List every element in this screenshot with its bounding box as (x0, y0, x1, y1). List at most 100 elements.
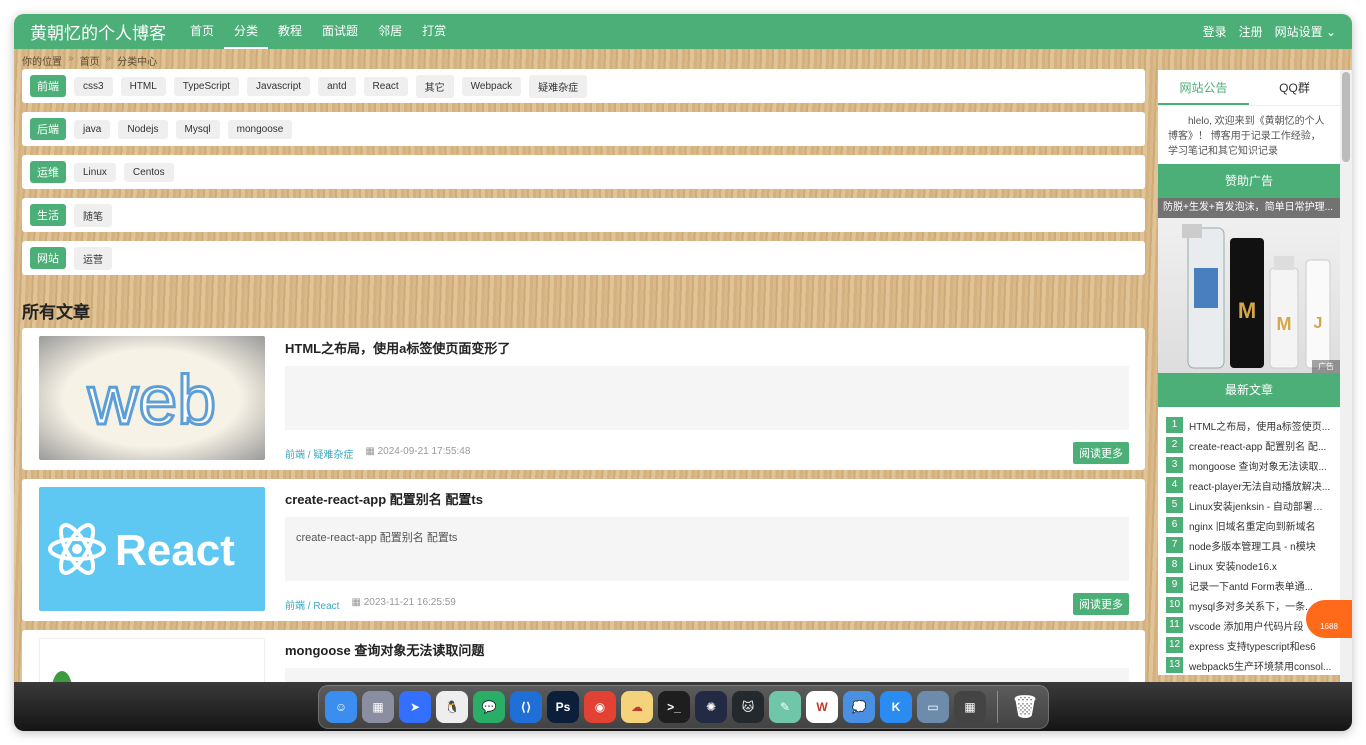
latest-article-title[interactable]: nginx 旧域名重定向到新域名 (1189, 518, 1316, 533)
category-tag[interactable]: 疑难杂症 (529, 74, 588, 98)
category-heading[interactable]: 后端 (30, 118, 66, 140)
login-link[interactable]: 登录 (1203, 23, 1227, 40)
article-meta: 前端 / React ▦ 2023-11-21 16:25:59 (285, 597, 456, 612)
svg-text:M: M (1238, 298, 1256, 323)
latest-article-title[interactable]: mongoose 查询对象无法读取... (1189, 458, 1327, 473)
category-heading[interactable]: 运维 (30, 161, 66, 183)
vscode-icon[interactable]: ⟨⟩ (510, 691, 542, 723)
latest-article-title[interactable]: Linux安装jenksin - 自动部署工具 (1189, 498, 1332, 513)
latest-article-item[interactable]: 12 express 支持typescript和es6 (1166, 635, 1332, 655)
category-tag[interactable]: 其它 (415, 74, 454, 98)
chatgpt-icon[interactable]: ✺ (695, 691, 727, 723)
category-heading[interactable]: 生活 (30, 204, 66, 226)
floating-1688-badge[interactable]: 1688 (1306, 600, 1352, 638)
scrollbar-thumb[interactable] (1342, 72, 1350, 162)
latest-article-title[interactable]: create-react-app 配置别名 配... (1189, 438, 1326, 453)
wechat-icon[interactable]: 💬 (473, 691, 505, 723)
dock-separator (997, 691, 998, 723)
article-thumbnail[interactable]: web (39, 336, 265, 460)
register-link[interactable]: 注册 (1239, 23, 1263, 40)
thumbnail-text: web (87, 361, 216, 439)
trash-icon[interactable]: 🗑 (1009, 691, 1041, 723)
calculator-icon[interactable]: ▦ (954, 691, 986, 723)
category-tag[interactable]: Nodejs (118, 119, 168, 139)
site-settings-menu[interactable]: 网站设置 ⌄ (1275, 23, 1336, 40)
nav-item-3[interactable]: 面试题 (312, 14, 368, 49)
feishu-icon[interactable]: ➤ (399, 691, 431, 723)
category-heading[interactable]: 网站 (30, 247, 66, 269)
category-tag[interactable]: Mysql (175, 119, 220, 139)
article-title[interactable]: create-react-app 配置别名 配置ts (285, 489, 483, 508)
ad-banner[interactable]: M M J 防脱+生发+育发泡沫，简单日常护理... 广告 (1158, 198, 1340, 373)
latest-article-item[interactable]: 9 记录一下antd Form表单通... (1166, 575, 1332, 595)
latest-article-title[interactable]: HTML之布局，使用a标签使页... (1189, 418, 1330, 433)
article-title[interactable]: HTML之布局，使用a标签使页面变形了 (285, 338, 510, 357)
category-tag[interactable]: java (74, 119, 111, 139)
latest-article-title[interactable]: Linux 安装node16.x (1189, 558, 1277, 573)
latest-article-item[interactable]: 4 react-player无法自动播放解决... (1166, 475, 1332, 495)
baidunetdisk-icon[interactable]: ☁ (621, 691, 653, 723)
messenger-icon[interactable]: 💭 (843, 691, 875, 723)
nav-item-2[interactable]: 教程 (268, 14, 312, 49)
latest-article-title[interactable]: express 支持typescript和es6 (1189, 638, 1316, 653)
sponsor-box: 赞助广告 M M J 防脱+生发+育发泡沫，简单日常护理... 广告 (1158, 164, 1340, 373)
finder-icon[interactable]: ☺ (325, 691, 357, 723)
nav-item-0[interactable]: 首页 (180, 14, 224, 49)
category-tag[interactable]: 运营 (74, 246, 112, 270)
category-tag[interactable]: Javascript (247, 76, 311, 96)
latest-article-title[interactable]: mysql多对多关系下，一条... (1189, 598, 1313, 613)
kugou-icon[interactable]: K (880, 691, 912, 723)
sponsor-header: 赞助广告 (1158, 164, 1340, 198)
latest-article-item[interactable]: 8 Linux 安装node16.x (1166, 555, 1332, 575)
category-tag[interactable]: React (363, 76, 408, 96)
tab-notice[interactable]: 网站公告 (1158, 70, 1249, 105)
latest-article-item[interactable]: 2 create-react-app 配置别名 配... (1166, 435, 1332, 455)
latest-article-item[interactable]: 6 nginx 旧域名重定向到新域名 (1166, 515, 1332, 535)
latest-article-item[interactable]: 7 node多版本管理工具 - n模块 (1166, 535, 1332, 555)
latest-article-item[interactable]: 3 mongoose 查询对象无法读取... (1166, 455, 1332, 475)
article-category[interactable]: 前端 / 疑难杂症 (285, 446, 353, 461)
category-tag[interactable]: HTML (120, 76, 166, 96)
wps-icon[interactable]: W (806, 691, 838, 723)
launchpad-icon[interactable]: ▦ (362, 691, 394, 723)
qq-icon[interactable]: 🐧 (436, 691, 468, 723)
category-heading[interactable]: 前端 (30, 75, 66, 97)
ad-product-image: M M J (1182, 224, 1331, 369)
nav-item-4[interactable]: 邻居 (368, 14, 412, 49)
category-tag[interactable]: Linux (74, 162, 116, 182)
site-brand[interactable]: 黄朝忆的个人博客 (30, 19, 166, 44)
latest-article-title[interactable]: 记录一下antd Form表单通... (1189, 578, 1313, 593)
nav-item-1[interactable]: 分类 (224, 14, 269, 49)
category-tag[interactable]: TypeScript (173, 76, 240, 96)
badge-label: 1688 (1320, 622, 1338, 631)
latest-article-title[interactable]: webpack5生产环境禁用consol... (1189, 658, 1331, 673)
latest-article-title[interactable]: vscode 添加用户代码片段 (1189, 618, 1303, 633)
latest-article-item[interactable]: 1 HTML之布局，使用a标签使页... (1166, 415, 1332, 435)
nav-item-5[interactable]: 打赏 (412, 14, 456, 49)
latest-article-item[interactable]: 13 webpack5生产环境禁用consol... (1166, 655, 1332, 675)
category-tag[interactable]: mongoose (227, 119, 293, 139)
latest-article-title[interactable]: react-player无法自动播放解决... (1189, 478, 1330, 493)
preview-icon[interactable]: ▭ (917, 691, 949, 723)
latest-article-title[interactable]: node多版本管理工具 - n模块 (1189, 538, 1316, 553)
category-tag[interactable]: 随笔 (74, 203, 112, 227)
chrome-icon[interactable]: ◉ (584, 691, 616, 723)
category-tag[interactable]: css3 (74, 76, 113, 96)
photoshop-icon[interactable]: Ps (547, 691, 579, 723)
article-card: web HTML之布局，使用a标签使页面变形了 前端 / 疑难杂症 ▦ 2024… (22, 328, 1145, 470)
read-more-button[interactable]: 阅读更多 (1073, 442, 1129, 464)
ad-caption[interactable]: 防脱+生发+育发泡沫，简单日常护理... (1158, 198, 1340, 218)
terminal-icon[interactable]: >_ (658, 691, 690, 723)
category-tag[interactable]: Centos (123, 162, 174, 182)
tab-qq-group[interactable]: QQ群 (1249, 70, 1340, 105)
github-icon[interactable]: 🐱 (732, 691, 764, 723)
article-title[interactable]: mongoose 查询对象无法读取问题 (285, 640, 484, 659)
latest-article-item[interactable]: 5 Linux安装jenksin - 自动部署工具 (1166, 495, 1332, 515)
breadcrumb-home[interactable]: 首页 (80, 53, 100, 68)
category-tag[interactable]: antd (318, 76, 356, 96)
qimoo-icon[interactable]: ✎ (769, 691, 801, 723)
article-category[interactable]: 前端 / React (285, 597, 339, 612)
read-more-button[interactable]: 阅读更多 (1073, 593, 1129, 615)
category-tag[interactable]: Webpack (461, 76, 522, 96)
article-thumbnail[interactable]: React (39, 487, 265, 611)
